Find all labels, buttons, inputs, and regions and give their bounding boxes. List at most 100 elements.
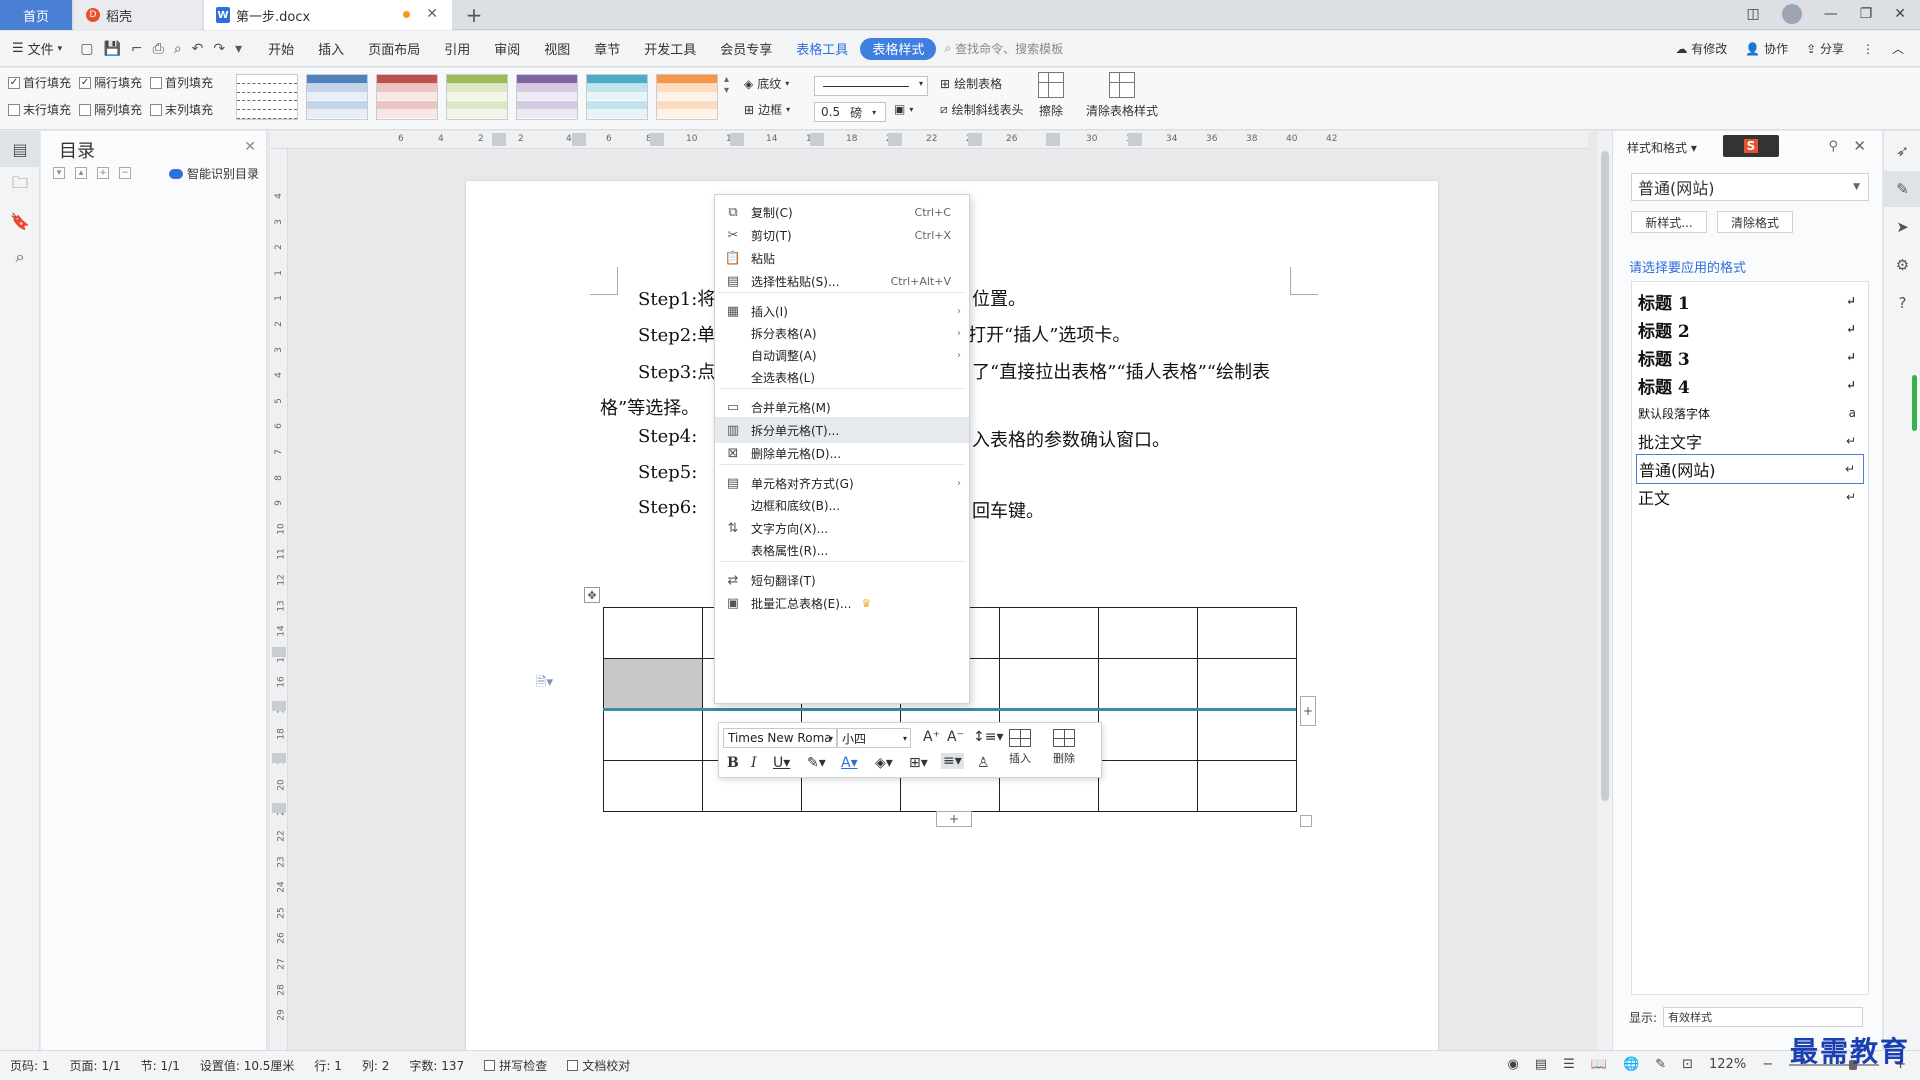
- vertical-scrollbar[interactable]: [1598, 131, 1612, 1050]
- menu-table-tools[interactable]: 表格工具: [784, 38, 860, 60]
- table-cell[interactable]: [1197, 607, 1297, 659]
- web-view-icon[interactable]: 🌐: [1623, 1057, 1639, 1072]
- print-preview-icon[interactable]: ⌕: [174, 41, 182, 57]
- bold-icon[interactable]: B: [727, 755, 739, 771]
- ruler-row-marker[interactable]: [272, 753, 286, 763]
- fit-page-icon[interactable]: ⊡: [1682, 1057, 1693, 1072]
- expand-icon[interactable]: ▾: [53, 167, 65, 179]
- minimize-icon[interactable]: —: [1824, 6, 1838, 22]
- font-size-select[interactable]: 小四 ▾: [837, 728, 911, 748]
- pen-icon[interactable]: ✎: [1884, 171, 1920, 207]
- font-family-select[interactable]: Times New Roma ▾: [723, 728, 837, 748]
- clear-format-icon[interactable]: ♙: [977, 755, 990, 771]
- table-style-swatch[interactable]: [236, 74, 298, 120]
- paragraph-step1[interactable]: Step1:将: [638, 285, 715, 311]
- cursor-icon[interactable]: ➤: [1884, 209, 1920, 245]
- grow-font-icon[interactable]: A⁺: [923, 729, 940, 745]
- context-menu-item[interactable]: ▣ 批量汇总表格(E)... ♛: [715, 590, 969, 616]
- style-list-item[interactable]: 正文 ↵: [1636, 482, 1864, 512]
- show-filter-select[interactable]: 有效样式: [1663, 1007, 1864, 1027]
- save-icon[interactable]: 💾: [103, 41, 120, 57]
- sliders-icon[interactable]: ⚙: [1884, 247, 1920, 283]
- style-list-item[interactable]: 批注文字 ↵: [1636, 426, 1864, 456]
- paragraph-step2-tail[interactable]: 打开“插人”选项卡。: [968, 321, 1130, 347]
- table-cell[interactable]: [999, 607, 1099, 659]
- collaborate-button[interactable]: 👤 协作: [1745, 40, 1788, 57]
- paragraph-step1-tail[interactable]: 位置。: [972, 285, 1026, 311]
- shading-icon[interactable]: ◈▾: [875, 755, 893, 771]
- collapse-icon[interactable]: ▴: [75, 167, 87, 179]
- line-spacing-icon[interactable]: ↕≡▾: [973, 729, 1004, 745]
- style-panel-header[interactable]: 样式和格式 ▾: [1627, 139, 1697, 156]
- table-move-handle-icon[interactable]: ✥: [584, 587, 600, 603]
- vertical-ruler[interactable]: 4321123456789101112131415161718192021222…: [270, 149, 288, 1050]
- avatar[interactable]: [1781, 4, 1802, 24]
- ruler-column-marker[interactable]: [888, 133, 902, 146]
- paragraph-step4-tail[interactable]: 入表格的参数确认窗口。: [972, 426, 1170, 452]
- ruler-row-marker[interactable]: [272, 803, 286, 813]
- share-button[interactable]: ⇪ 分享: [1806, 40, 1844, 57]
- style-list-item[interactable]: 标题 2 ↵: [1636, 314, 1864, 344]
- ruler-column-marker[interactable]: [1128, 133, 1142, 146]
- ruler-column-marker[interactable]: [810, 133, 824, 146]
- line-style-select[interactable]: ▾: [814, 76, 928, 96]
- ruler-column-marker[interactable]: [1046, 133, 1060, 146]
- ruler-column-marker[interactable]: [650, 133, 664, 146]
- style-list-item[interactable]: 普通(网站) ↵: [1636, 454, 1864, 484]
- fill-option-checkbox[interactable]: 末列填充: [150, 101, 213, 118]
- paragraph-step5[interactable]: Step5:: [638, 462, 697, 483]
- tab-daoke[interactable]: D 稻壳: [74, 0, 202, 30]
- chapter-icon[interactable]: 🗀: [0, 167, 40, 203]
- ruler-column-marker[interactable]: [492, 133, 506, 146]
- table-style-swatch[interactable]: [376, 74, 438, 120]
- undo-icon[interactable]: ↶: [192, 41, 204, 57]
- outline-view-icon[interactable]: ☰: [1563, 1057, 1575, 1072]
- ruler-row-marker[interactable]: [272, 701, 286, 711]
- table-style-swatch[interactable]: [586, 74, 648, 120]
- new-doc-icon[interactable]: ▢: [80, 41, 93, 57]
- smart-toc-button[interactable]: 智能识别目录: [169, 165, 259, 182]
- ruler-row-marker[interactable]: [272, 647, 286, 657]
- tab-home[interactable]: 首页: [0, 0, 72, 30]
- ruler-column-marker[interactable]: [968, 133, 982, 146]
- close-icon[interactable]: ✕: [1853, 137, 1866, 155]
- paragraph-step6[interactable]: Step6:: [638, 497, 697, 518]
- reading-view-icon[interactable]: 📖: [1591, 1057, 1607, 1072]
- line-width-select[interactable]: 0.5 磅 ▾: [814, 102, 886, 122]
- more-icon[interactable]: ⋮: [1862, 42, 1874, 56]
- table-cell[interactable]: [1197, 760, 1297, 812]
- proofread-toggle[interactable]: 文档校对: [557, 1057, 640, 1074]
- fill-option-checkbox[interactable]: 首列填充: [150, 74, 213, 91]
- table-cell[interactable]: [1098, 607, 1198, 659]
- style-list-item[interactable]: 标题 4 ↵: [1636, 370, 1864, 400]
- status-page-number[interactable]: 页码: 1: [0, 1057, 60, 1074]
- bookmark-icon[interactable]: 🔖: [0, 203, 40, 239]
- horizontal-ruler[interactable]: 6422468101214161820222426283032343638404…: [270, 131, 1588, 149]
- menu-start[interactable]: 开始: [256, 38, 306, 60]
- menu-insert[interactable]: 插入: [306, 38, 356, 60]
- paragraph-step2[interactable]: Step2:单: [638, 321, 715, 347]
- spell-check-toggle[interactable]: 拼写检查: [474, 1057, 557, 1074]
- borders-icon[interactable]: ⊞▾: [909, 755, 928, 771]
- menu-layout[interactable]: 页面布局: [356, 38, 432, 60]
- menu-review[interactable]: 审阅: [482, 38, 532, 60]
- close-window-icon[interactable]: ✕: [1894, 6, 1906, 22]
- fill-option-checkbox[interactable]: ✓ 隔行填充: [79, 74, 142, 91]
- draw-diagonal-button[interactable]: ⧄ 绘制斜线表头: [940, 101, 1024, 118]
- draw-table-button[interactable]: ⊞ 绘制表格: [940, 75, 1002, 92]
- style-list-item[interactable]: 标题 1 ↵: [1636, 286, 1864, 316]
- style-list-item[interactable]: 标题 3 ↵: [1636, 342, 1864, 372]
- command-search[interactable]: ⌕ 查找命令、搜索模板: [944, 40, 1063, 57]
- paragraph-layout-icon[interactable]: 🗎▾: [536, 673, 553, 695]
- scrollbar-thumb[interactable]: [1601, 151, 1609, 801]
- add-column-button[interactable]: +: [1300, 696, 1316, 726]
- font-color-icon[interactable]: A▾: [841, 755, 858, 771]
- table-cell[interactable]: [603, 658, 703, 710]
- fill-option-checkbox[interactable]: ✓ 首行填充: [8, 74, 71, 91]
- table-cell[interactable]: [1197, 658, 1297, 710]
- format-painter-icon[interactable]: ⌐: [131, 41, 143, 57]
- collapse-ribbon-icon[interactable]: ︿: [1892, 40, 1904, 57]
- paragraph-step3-tail[interactable]: 了“直接拉出表格”“插人表格”“绘制表: [972, 358, 1270, 384]
- write-view-icon[interactable]: ✎: [1655, 1057, 1666, 1072]
- border-button[interactable]: ⊞ 边框 ▾: [744, 101, 790, 118]
